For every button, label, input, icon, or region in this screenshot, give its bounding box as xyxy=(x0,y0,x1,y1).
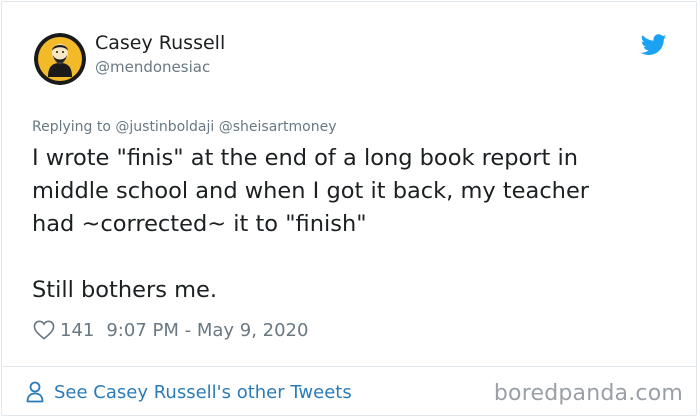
reply-prefix: Replying to xyxy=(32,119,111,135)
tweet-meta: 141 9:07 PM - May 9, 2020 xyxy=(33,318,308,342)
twitter-bird-icon[interactable] xyxy=(641,34,667,56)
tweet-text: I wrote "finis" at the end of a long boo… xyxy=(32,145,590,303)
tweet-timestamp[interactable]: 9:07 PM - May 9, 2020 xyxy=(106,320,308,341)
avatar-image xyxy=(34,33,86,85)
see-other-tweets-link[interactable]: See Casey Russell's other Tweets xyxy=(26,381,352,403)
watermark: boredpanda.com xyxy=(493,381,683,406)
heart-icon[interactable] xyxy=(33,320,55,340)
footer-divider xyxy=(1,366,697,367)
person-icon xyxy=(26,381,44,403)
display-name[interactable]: Casey Russell xyxy=(95,32,225,54)
see-other-tweets-label: See Casey Russell's other Tweets xyxy=(54,381,352,403)
replying-to-line: Replying to @justinboldaji @sheisartmone… xyxy=(32,119,337,135)
user-handle[interactable]: @mendonesiac xyxy=(95,58,210,76)
like-count[interactable]: 141 xyxy=(60,320,94,341)
reply-mention-link[interactable]: @justinboldaji xyxy=(115,119,214,135)
avatar[interactable] xyxy=(34,33,86,85)
reply-mention-link[interactable]: @sheisartmoney xyxy=(219,119,337,135)
